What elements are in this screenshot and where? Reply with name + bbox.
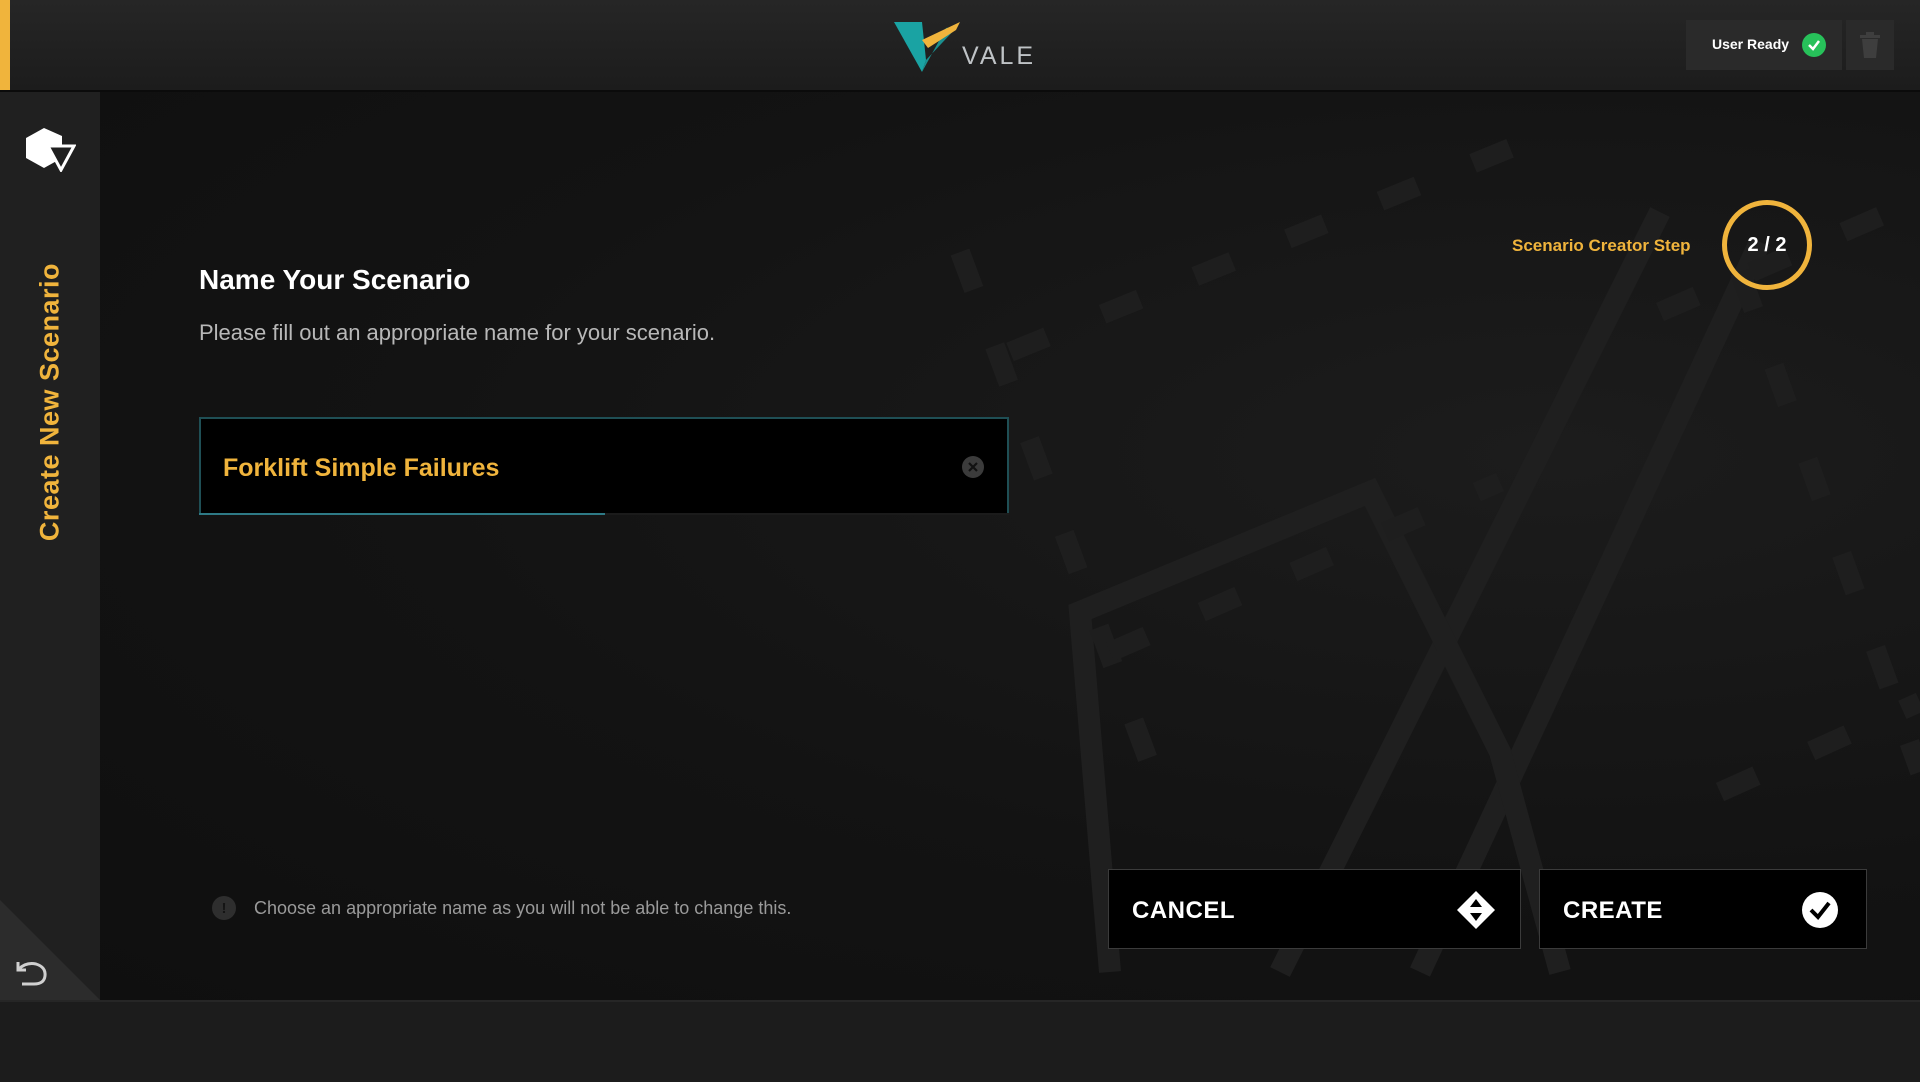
create-button-label: CREATE xyxy=(1563,897,1663,924)
step-count: 2 / 2 xyxy=(1747,233,1787,256)
user-status-label: User Ready xyxy=(1712,36,1790,52)
page-title: Name Your Scenario xyxy=(199,264,471,295)
clear-icon[interactable] xyxy=(962,456,984,478)
trash-icon xyxy=(1860,32,1880,58)
step-label: Scenario Creator Step xyxy=(1512,236,1691,255)
diamond-arrows-icon xyxy=(1457,891,1495,929)
main-panel: Scenario Creator Step 2 / 2 Name Your Sc… xyxy=(100,92,1920,1000)
check-circle-icon xyxy=(1802,892,1838,928)
step-progress-ring: 2 / 2 xyxy=(1722,200,1812,290)
check-circle-icon xyxy=(1802,33,1826,57)
hint-row: ! Choose an appropriate name as you will… xyxy=(212,896,791,920)
scenario-name-input[interactable] xyxy=(221,447,925,489)
page-subtitle: Please fill out an appropriate name for … xyxy=(199,320,716,345)
header-accent-strip xyxy=(0,0,10,90)
info-icon: ! xyxy=(212,896,236,920)
vale-logo: VALE xyxy=(892,20,1033,74)
top-bar: VALE User Ready xyxy=(0,0,1920,92)
sidebar: Create New Scenario xyxy=(0,92,100,1000)
sidebar-title: Create New Scenario xyxy=(34,262,65,542)
background-map-pattern xyxy=(950,122,1920,977)
user-status-panel: User Ready xyxy=(1686,20,1842,70)
hint-text: Choose an appropriate name as you will n… xyxy=(254,897,792,918)
logo-text: VALE xyxy=(962,42,1037,70)
cancel-button-label: CANCEL xyxy=(1132,897,1235,924)
scenario-name-field[interactable] xyxy=(199,417,1009,513)
delete-button[interactable] xyxy=(1846,20,1894,70)
field-underline-progress xyxy=(199,513,605,515)
back-arrow-icon xyxy=(16,962,47,986)
scenario-shape-icon xyxy=(26,128,76,172)
create-button[interactable]: CREATE xyxy=(1539,869,1867,949)
back-button[interactable] xyxy=(0,900,100,1000)
cancel-button[interactable]: CANCEL xyxy=(1108,869,1521,949)
bottom-bar xyxy=(0,1000,1920,1082)
